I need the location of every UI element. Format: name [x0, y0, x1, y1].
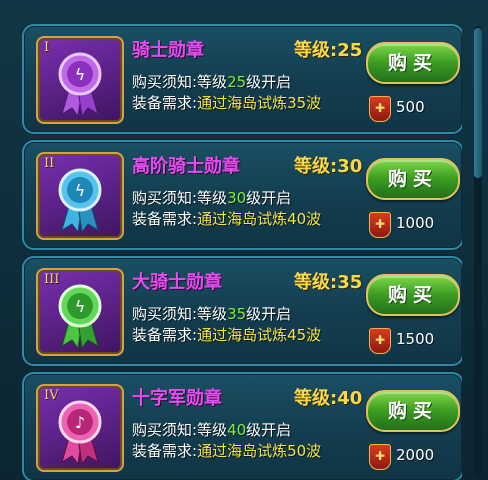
medal-card-knight: I ϟ 骑士勋章 等级:25 购买须知:等级25级开启 装备需求:通过海岛试炼3… — [22, 24, 462, 134]
medal-level: 等级:25 — [294, 40, 363, 61]
blue-medal-icon: ϟ — [58, 168, 102, 234]
medal-slot[interactable]: IV ♪ — [36, 384, 124, 472]
medal-level: 等级:35 — [294, 272, 363, 293]
buy-button[interactable]: 购买 — [366, 158, 460, 200]
purchase-notice: 购买须知:等级25级开启 — [132, 73, 292, 91]
equip-requirement: 装备需求:通过海岛试炼40波 — [132, 210, 322, 228]
shield-currency-icon: ✚ — [369, 444, 391, 470]
pink-medal-icon: ♪ — [58, 400, 102, 466]
price-value: 1000 — [396, 214, 435, 232]
svg-text:♪: ♪ — [75, 413, 85, 432]
equip-requirement: 装备需求:通过海岛试炼35波 — [132, 94, 322, 112]
purple-medal-icon: ϟ — [58, 52, 102, 118]
svg-text:ϟ: ϟ — [75, 181, 86, 200]
svg-text:ϟ: ϟ — [75, 297, 86, 316]
shield-currency-icon: ✚ — [369, 212, 391, 238]
medal-name: 骑士勋章 — [132, 40, 204, 61]
price-value: 2000 — [396, 446, 435, 464]
green-medal-icon: ϟ — [58, 284, 102, 350]
purchase-notice: 购买须知:等级40级开启 — [132, 421, 292, 439]
medal-level: 等级:30 — [294, 156, 363, 177]
medal-list[interactable]: I ϟ 骑士勋章 等级:25 购买须知:等级25级开启 装备需求:通过海岛试炼3… — [22, 24, 462, 480]
medal-card-grand-knight: III ϟ 大骑士勋章 等级:35 购买须知:等级35级开启 装备需求:通过海岛… — [22, 256, 462, 366]
price-value: 500 — [396, 98, 425, 116]
medal-card-senior-knight: II ϟ 高阶骑士勋章 等级:30 购买须知:等级30级开启 装备需求:通过海岛… — [22, 140, 462, 250]
medal-card-crusader: IV ♪ 十字军勋章 等级:40 购买须知:等级40级开启 装备需求:通过海岛试… — [22, 372, 462, 480]
scrollbar[interactable] — [474, 26, 482, 476]
equip-requirement: 装备需求:通过海岛试炼50波 — [132, 442, 322, 460]
price-value: 1500 — [396, 330, 435, 348]
equip-requirement: 装备需求:通过海岛试炼45波 — [132, 326, 322, 344]
medal-slot[interactable]: I ϟ — [36, 36, 124, 124]
medal-name: 十字军勋章 — [132, 388, 222, 409]
purchase-notice: 购买须知:等级30级开启 — [132, 189, 292, 207]
medal-name: 大骑士勋章 — [132, 272, 222, 293]
buy-button[interactable]: 购买 — [366, 42, 460, 84]
tier-numeral: I — [44, 40, 50, 55]
svg-text:ϟ: ϟ — [75, 65, 86, 84]
medal-name: 高阶骑士勋章 — [132, 156, 240, 177]
buy-button[interactable]: 购买 — [366, 390, 460, 432]
buy-button[interactable]: 购买 — [366, 274, 460, 316]
shield-currency-icon: ✚ — [369, 328, 391, 354]
purchase-notice: 购买须知:等级35级开启 — [132, 305, 292, 323]
medal-level: 等级:40 — [294, 388, 363, 409]
shield-currency-icon: ✚ — [369, 96, 391, 122]
medal-slot[interactable]: III ϟ — [36, 268, 124, 356]
scrollbar-thumb[interactable] — [474, 28, 482, 178]
medal-slot[interactable]: II ϟ — [36, 152, 124, 240]
shop-panel: I ϟ 骑士勋章 等级:25 购买须知:等级25级开启 装备需求:通过海岛试炼3… — [0, 0, 488, 480]
